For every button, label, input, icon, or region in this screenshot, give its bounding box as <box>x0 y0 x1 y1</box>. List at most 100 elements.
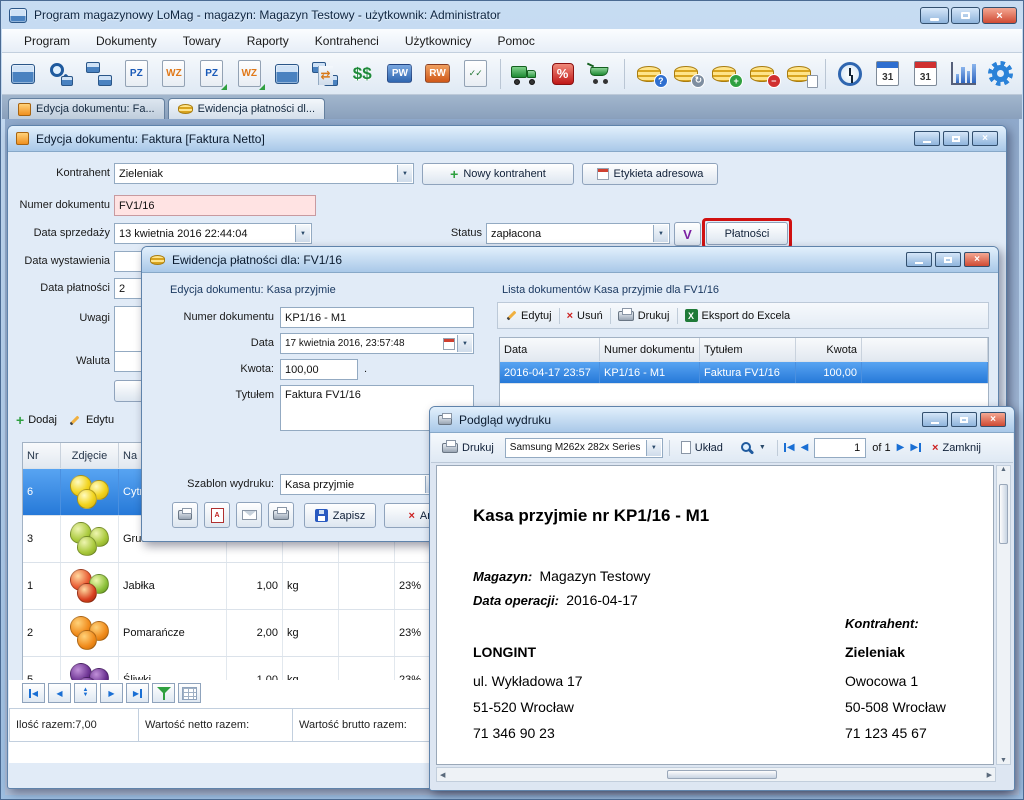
nav-next-button[interactable]: ▶ <box>100 683 123 703</box>
kp-numer-input[interactable]: KP1/16 - M1 <box>280 307 474 328</box>
maximize-button[interactable] <box>935 252 961 267</box>
payments-window-title-bar[interactable]: Ewidencja płatności dla: FV1/16 × <box>142 247 998 273</box>
menu-kontrahenci[interactable]: Kontrahenci <box>305 31 389 51</box>
header-numer[interactable]: Numer dokumentu <box>600 338 700 361</box>
preview-window-title-bar[interactable]: Podgląd wydruku × <box>430 407 1014 433</box>
payment-remove-icon[interactable]: − <box>745 56 780 92</box>
transfer-icon[interactable]: ⇄ <box>307 56 342 92</box>
close-button[interactable]: × <box>972 131 998 146</box>
nowy-kontrahent-button[interactable]: + Nowy kontrahent <box>422 163 574 185</box>
maximize-button[interactable] <box>951 7 980 24</box>
page-number-input[interactable]: 1 <box>814 438 866 458</box>
kontrahent-select[interactable]: Zieleniak ▼ <box>114 163 414 184</box>
reports-chart-icon[interactable] <box>946 56 981 92</box>
tab-ewidencja-platnosci[interactable]: Ewidencja płatności dl... <box>168 98 325 119</box>
drukuj-button[interactable]: Drukuj <box>437 440 499 456</box>
goods-box-icon[interactable] <box>6 56 41 92</box>
tab-edycja-dokumentu[interactable]: Edycja dokumentu: Fa... <box>8 98 165 119</box>
kp-kwota-input[interactable]: 100,00 <box>280 359 358 380</box>
chevron-down-icon[interactable]: ▼ <box>653 225 668 242</box>
close-button[interactable]: × <box>964 252 990 267</box>
discount-percent-icon[interactable]: % <box>545 56 580 92</box>
stocktaking-icon[interactable]: ✓✓ <box>458 56 493 92</box>
price-dollars-icon[interactable]: $$ <box>345 56 380 92</box>
edytuj-button[interactable]: Edytu <box>69 414 114 426</box>
zamknij-button[interactable]: × Zamknij <box>927 440 986 456</box>
search-goods-icon[interactable] <box>44 56 79 92</box>
header-tytulem[interactable]: Tytułem <box>700 338 796 361</box>
etykieta-adresowa-button[interactable]: Etykieta adresowa <box>582 163 718 185</box>
list-usun-button[interactable]: × Usuń <box>567 310 603 322</box>
payments-query-icon[interactable]: ? <box>632 56 667 92</box>
header-zdjecie[interactable]: Zdjęcie <box>61 443 119 468</box>
minimize-button[interactable] <box>920 7 949 24</box>
scroll-right-icon[interactable]: ▶ <box>987 771 992 779</box>
nav-last-button[interactable]: ▶ <box>126 683 149 703</box>
numer-dokumentu-input[interactable]: FV1/16 <box>114 195 316 216</box>
uklad-button[interactable]: Układ <box>676 439 728 456</box>
calendar-blue-icon[interactable]: 31 <box>870 56 905 92</box>
close-button[interactable]: × <box>982 7 1017 24</box>
goods-group-icon[interactable] <box>81 56 116 92</box>
menu-pomoc[interactable]: Pomoc <box>488 31 545 51</box>
scroll-up-icon[interactable]: ▲ <box>1000 466 1007 473</box>
minimize-button[interactable] <box>914 131 940 146</box>
delivery-truck-icon[interactable] <box>508 56 543 92</box>
pdf-button[interactable]: A <box>204 502 230 528</box>
payment-add-icon[interactable]: + <box>708 56 743 92</box>
list-edytuj-button[interactable]: Edytuj <box>506 310 552 322</box>
pz-correction-icon[interactable]: PZ <box>194 56 229 92</box>
page-prev-button[interactable]: ◀ <box>801 442 809 453</box>
header-kwota[interactable]: Kwota <box>796 338 862 361</box>
minimize-button[interactable] <box>922 412 948 427</box>
printer-select[interactable]: Samsung M262x 282x Series ▼ <box>505 438 663 458</box>
calendar-icon[interactable] <box>443 338 455 350</box>
v-payments-button[interactable]: V <box>674 222 701 246</box>
chevron-down-icon[interactable]: ▼ <box>295 225 310 242</box>
wz-correction-icon[interactable]: WZ <box>232 56 267 92</box>
vertical-scrollbar[interactable]: ▲ ▼ <box>996 465 1011 765</box>
wz-document-icon[interactable]: WZ <box>157 56 192 92</box>
page-last-button[interactable]: ▶ <box>910 442 921 453</box>
vertical-scroll-thumb[interactable] <box>999 484 1008 544</box>
filter-button[interactable] <box>152 683 175 703</box>
menu-towary[interactable]: Towary <box>173 31 231 51</box>
inventory-box-icon[interactable] <box>270 56 305 92</box>
list-eksport-button[interactable]: X Eksport do Excela <box>685 309 791 322</box>
maximize-button[interactable] <box>943 131 969 146</box>
invoice-window-title-bar[interactable]: Edycja dokumentu: Faktura [Faktura Netto… <box>8 126 1006 152</box>
nav-prev-button[interactable]: ◀ <box>48 683 71 703</box>
horizontal-scrollbar[interactable]: ◀ ▶ <box>436 767 996 782</box>
history-clock-icon[interactable] <box>833 56 868 92</box>
page-next-button[interactable]: ▶ <box>897 442 905 453</box>
data-sprzedazy-picker[interactable]: 13 kwietnia 2016 22:44:04 ▼ <box>114 223 312 244</box>
chevron-down-icon[interactable]: ▼ <box>646 440 661 456</box>
list-drukuj-button[interactable]: Drukuj <box>618 310 670 322</box>
print-preview-button[interactable] <box>172 502 198 528</box>
minimize-button[interactable] <box>906 252 932 267</box>
settings-gear-icon[interactable] <box>983 56 1018 92</box>
menu-uzytkownicy[interactable]: Użytkownicy <box>395 31 482 51</box>
dodaj-button[interactable]: + Dodaj <box>16 414 57 426</box>
chevron-down-icon[interactable]: ▼ <box>457 335 472 352</box>
zapisz-button[interactable]: Zapisz <box>304 503 376 528</box>
header-nr[interactable]: Nr <box>23 443 61 468</box>
table-row[interactable]: 2016-04-17 23:57 KP1/16 - M1 Faktura FV1… <box>500 362 988 384</box>
menu-raporty[interactable]: Raporty <box>237 31 299 51</box>
purchase-cart-icon[interactable] <box>583 56 618 92</box>
pw-document-icon[interactable]: PW <box>383 56 418 92</box>
menu-dokumenty[interactable]: Dokumenty <box>86 31 167 51</box>
printer-settings-button[interactable] <box>268 502 294 528</box>
nav-first-button[interactable]: ◀ <box>22 683 45 703</box>
payments-sync-icon[interactable]: ↻ <box>670 56 705 92</box>
maximize-button[interactable] <box>951 412 977 427</box>
platnosci-button[interactable]: Płatności <box>706 222 788 245</box>
page-first-button[interactable]: ◀ <box>784 442 795 453</box>
nav-sort-button[interactable]: ▲▼ <box>74 683 97 703</box>
calendar-red-icon[interactable]: 31 <box>908 56 943 92</box>
pz-document-icon[interactable]: PZ <box>119 56 154 92</box>
rw-document-icon[interactable]: RW <box>420 56 455 92</box>
chevron-down-icon[interactable]: ▼ <box>397 165 412 182</box>
horizontal-scroll-thumb[interactable] <box>667 770 777 779</box>
grid-options-button[interactable] <box>178 683 201 703</box>
